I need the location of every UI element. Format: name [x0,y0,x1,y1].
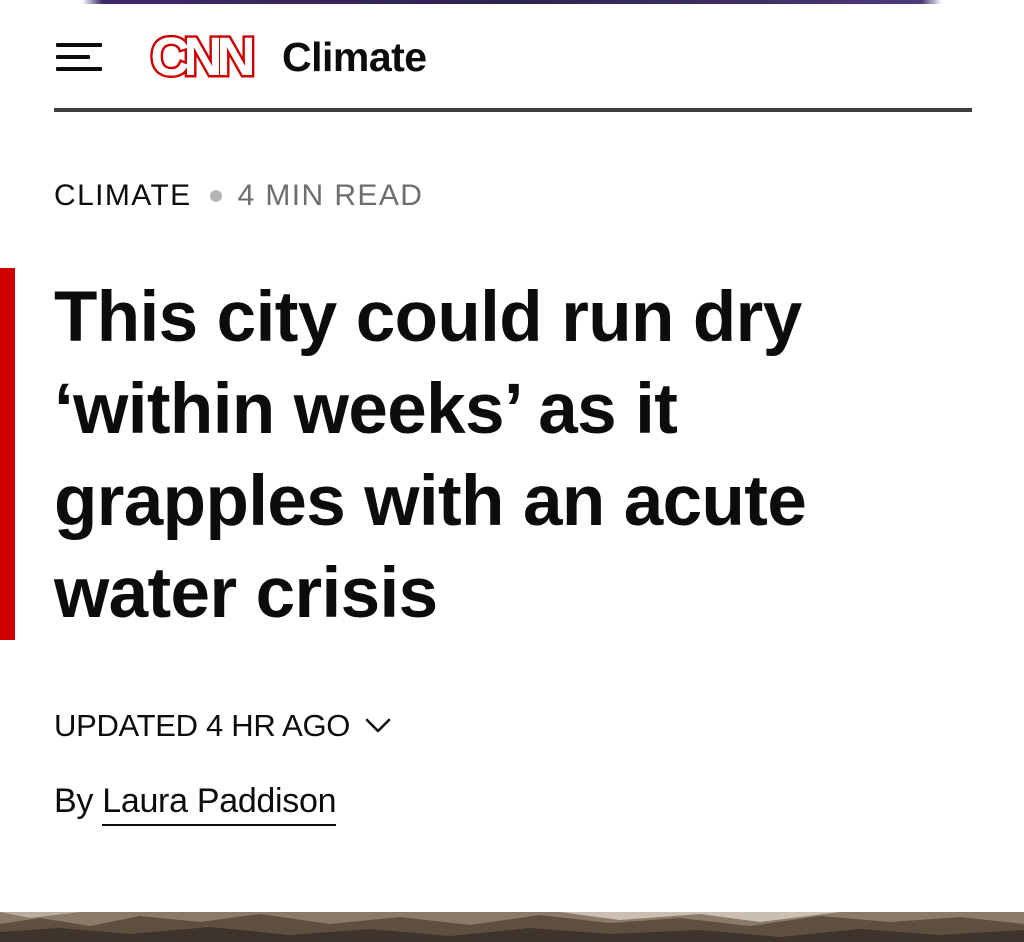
hero-image-landscape [0,912,1024,942]
byline-prefix: By [54,782,103,820]
svg-text:CNN: CNN [151,27,253,87]
hamburger-menu-icon[interactable] [54,37,104,77]
kicker-section[interactable]: CLIMATE [54,181,192,211]
top-strip [0,0,1024,4]
updated-timestamp[interactable]: UPDATED 4 HR AGO [54,710,392,741]
updated-label: UPDATED 4 HR AGO [54,708,351,743]
headline-accent-bar [0,268,15,640]
cnn-logo[interactable]: CNN CNN [136,26,264,88]
chevron-down-icon[interactable] [364,716,392,736]
article-headline: This city could run dry ‘within weeks’ a… [54,278,807,633]
article-kicker: CLIMATE 4 MIN READ [54,181,423,211]
hero-image [0,912,1024,942]
section-title[interactable]: Climate [282,36,427,78]
header-divider [54,108,972,112]
article-byline: By Laura Paddison [54,782,337,826]
menu-line [56,67,102,71]
menu-line [56,55,90,59]
author-link[interactable]: Laura Paddison [102,782,337,826]
cnn-logo-icon: CNN CNN [148,26,261,88]
article-page: CNN CNN Climate CLIMATE 4 MIN READ This … [0,0,1024,942]
kicker-separator-dot [209,190,222,202]
site-header: CNN CNN Climate [54,22,972,92]
read-time: 4 MIN READ [237,179,424,212]
menu-line [56,43,102,47]
